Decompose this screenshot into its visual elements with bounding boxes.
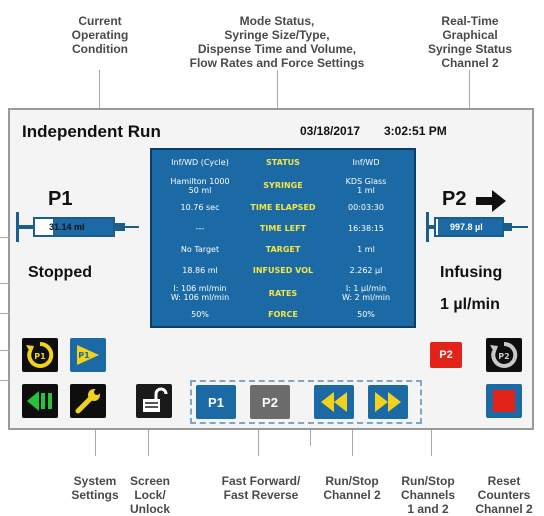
- channel2-syringe: 997.8 µl: [426, 212, 532, 242]
- callout-leader: [0, 380, 10, 381]
- svg-text:P2: P2: [498, 352, 509, 361]
- run-stop-all-button[interactable]: [22, 384, 58, 418]
- callout-leader: [0, 313, 10, 314]
- target-ch2: 1 ml: [357, 245, 375, 254]
- stop-icon: [493, 390, 515, 412]
- channel1-label: P1: [48, 188, 73, 210]
- channel2-status: Infusing: [440, 264, 503, 281]
- callout-leader: [95, 430, 96, 456]
- right-arrow-icon: [476, 190, 506, 212]
- play-p1-icon: P1: [77, 345, 99, 365]
- syringe-ch2: KDS Glass 1 ml: [345, 177, 387, 195]
- reset-counters-channel1-button[interactable]: P1: [22, 338, 58, 372]
- fast-reverse-icon: [321, 392, 347, 412]
- date-readout: 03/18/2017: [300, 124, 361, 138]
- reset-counters-channel2-button[interactable]: P2: [486, 338, 522, 372]
- time-readout: 3:02:51 PM: [384, 124, 447, 138]
- channel2-syringe-value: 997.8 µl: [450, 222, 483, 232]
- force-ch1: 50%: [191, 310, 209, 319]
- reset-counter-icon: P1: [26, 341, 54, 368]
- callout-leader: [310, 430, 311, 446]
- select-p2-button[interactable]: P2: [250, 385, 290, 419]
- p2-red-label: P2: [439, 349, 453, 361]
- stop-channel2-button[interactable]: [486, 384, 522, 418]
- select-p2-run-button[interactable]: P2: [430, 342, 462, 368]
- channel2-label: P2: [442, 188, 467, 210]
- callout-current-operating-condition: Current Operating Condition: [71, 14, 129, 56]
- svg-text:P1: P1: [34, 352, 46, 361]
- syringe-label: SYRINGE: [263, 181, 303, 190]
- channel2-rate: 1 µl/min: [440, 296, 500, 313]
- wrench-icon: [75, 389, 100, 414]
- fast-forward-button[interactable]: [368, 385, 408, 419]
- system-settings-button[interactable]: [70, 384, 106, 418]
- callout-leader: [148, 430, 149, 456]
- callout-leader: [0, 283, 10, 284]
- callout-leader: [258, 430, 259, 456]
- status-label: STATUS: [266, 158, 300, 167]
- callout-fast-forward: Fast Forward/ Fast Reverse: [221, 474, 301, 502]
- callout-leader: [352, 430, 353, 456]
- rates-label: RATES: [268, 289, 298, 298]
- target-ch1: No Target: [180, 245, 220, 254]
- channel1-syringe-value: 31.14 ml: [49, 222, 85, 232]
- fast-reverse-button[interactable]: [314, 385, 354, 419]
- callout-leader: [0, 350, 10, 351]
- channel1-status: Stopped: [28, 264, 92, 281]
- p2-button-label: P2: [262, 394, 278, 410]
- channel1-syringe: 31.14 ml: [16, 212, 144, 242]
- page-title: Independent Run: [22, 122, 161, 141]
- infused-vol-label: INFUSED VOL: [252, 266, 314, 275]
- callout-reset-counters: Reset Counters Channel 2: [475, 474, 533, 516]
- callout-screen-lock: Screen Lock/ Unlock: [129, 474, 171, 516]
- callout-run-stop-channels: Run/Stop Channels 1 and 2: [400, 474, 455, 516]
- time-left-ch2: 16:38:15: [348, 224, 384, 233]
- device-screen: Independent Run 03/18/2017 3:02:51 PM P1…: [8, 108, 534, 430]
- run-stop-channel1-button[interactable]: P1: [70, 338, 106, 372]
- status-ch1: Inf/WD (Cycle): [171, 158, 229, 167]
- screen-lock-button[interactable]: [136, 384, 172, 418]
- svg-text:P1: P1: [78, 351, 90, 360]
- select-p1-button[interactable]: P1: [196, 385, 236, 419]
- time-elapsed-ch1: 10.76 sec: [180, 203, 220, 212]
- status-ch2: Inf/WD: [352, 158, 380, 167]
- infused-vol-ch2: 2.262 µl: [349, 266, 383, 275]
- callout-realtime-syringe: Real-Time Graphical Syringe Status Chann…: [427, 14, 513, 70]
- callout-leader: [469, 70, 470, 108]
- run-all-icon: [27, 391, 52, 411]
- rates-ch1: I: 106 ml/min W: 106 ml/min: [170, 284, 230, 302]
- fast-forward-icon: [375, 392, 401, 412]
- p1-button-label: P1: [208, 394, 224, 410]
- callout-mode-status: Mode Status, Syringe Size/Type, Dispense…: [189, 14, 365, 70]
- time-left-label: TIME LEFT: [259, 224, 307, 233]
- infused-vol-ch1: 18.86 ml: [182, 266, 218, 275]
- time-elapsed-ch2: 00:03:30: [348, 203, 384, 212]
- status-panel: Inf/WD (Cycle) STATUS Inf/WD Hamilton 1000…: [150, 148, 416, 328]
- callout-leader: [431, 430, 432, 456]
- syringe-ch1: Hamilton 1000 50 ml: [170, 177, 230, 195]
- rates-ch2: I: 1 µl/min W: 2 ml/min: [341, 284, 391, 302]
- time-elapsed-label: TIME ELAPSED: [250, 203, 316, 212]
- callout-run-stop-channel2: Run/Stop Channel 2: [323, 474, 381, 502]
- force-label: FORCE: [268, 310, 298, 319]
- callout-leader: [277, 70, 278, 108]
- force-ch2: 50%: [357, 310, 375, 319]
- callout-leader: [0, 237, 10, 238]
- lock-icon: [143, 387, 168, 412]
- callout-leader: [99, 70, 100, 108]
- target-label: TARGET: [265, 245, 301, 254]
- time-left-ch1: ---: [195, 224, 205, 233]
- callout-system-settings: System Settings: [71, 474, 119, 502]
- reset-counter-icon: P2: [490, 341, 518, 368]
